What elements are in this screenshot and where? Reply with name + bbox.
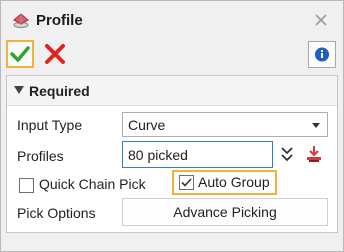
quick-chain-pick-label: Quick Chain Pick [39,176,146,192]
auto-group-box[interactable] [179,175,194,190]
profile-app-icon [11,11,31,29]
ok-button[interactable] [6,40,34,68]
pick-selection-icon[interactable] [304,144,324,164]
input-type-value: Curve [128,117,166,133]
profile-dialog: Profile Required Input Type Curve Profil… [0,0,344,252]
dialog-title: Profile [36,12,83,29]
section-title: Required [29,83,90,99]
title-bar: Profile [1,1,343,39]
auto-group-checkbox[interactable]: Auto Group [172,170,277,195]
quick-chain-pick-box[interactable] [19,178,34,193]
section-header[interactable]: Required [7,76,337,106]
checkmark-icon [181,178,192,187]
cancel-button[interactable] [41,42,69,68]
profiles-field[interactable]: 80 picked [122,141,273,168]
action-toolbar [1,39,343,71]
input-type-dropdown[interactable]: Curve [122,112,328,137]
double-chevron-down-icon[interactable] [279,145,295,163]
advance-picking-button[interactable]: Advance Picking [122,198,328,226]
close-icon[interactable] [313,12,329,28]
info-button[interactable] [308,41,336,68]
profiles-label: Profiles [17,148,64,164]
required-section: Required Input Type Curve Profiles 80 pi… [6,75,338,233]
collapse-arrow-icon[interactable] [14,86,24,94]
auto-group-label: Auto Group [198,174,270,190]
profiles-value: 80 picked [128,147,188,163]
input-type-label: Input Type [17,117,83,133]
chevron-down-icon [312,123,320,128]
pick-options-label: Pick Options [17,205,96,221]
